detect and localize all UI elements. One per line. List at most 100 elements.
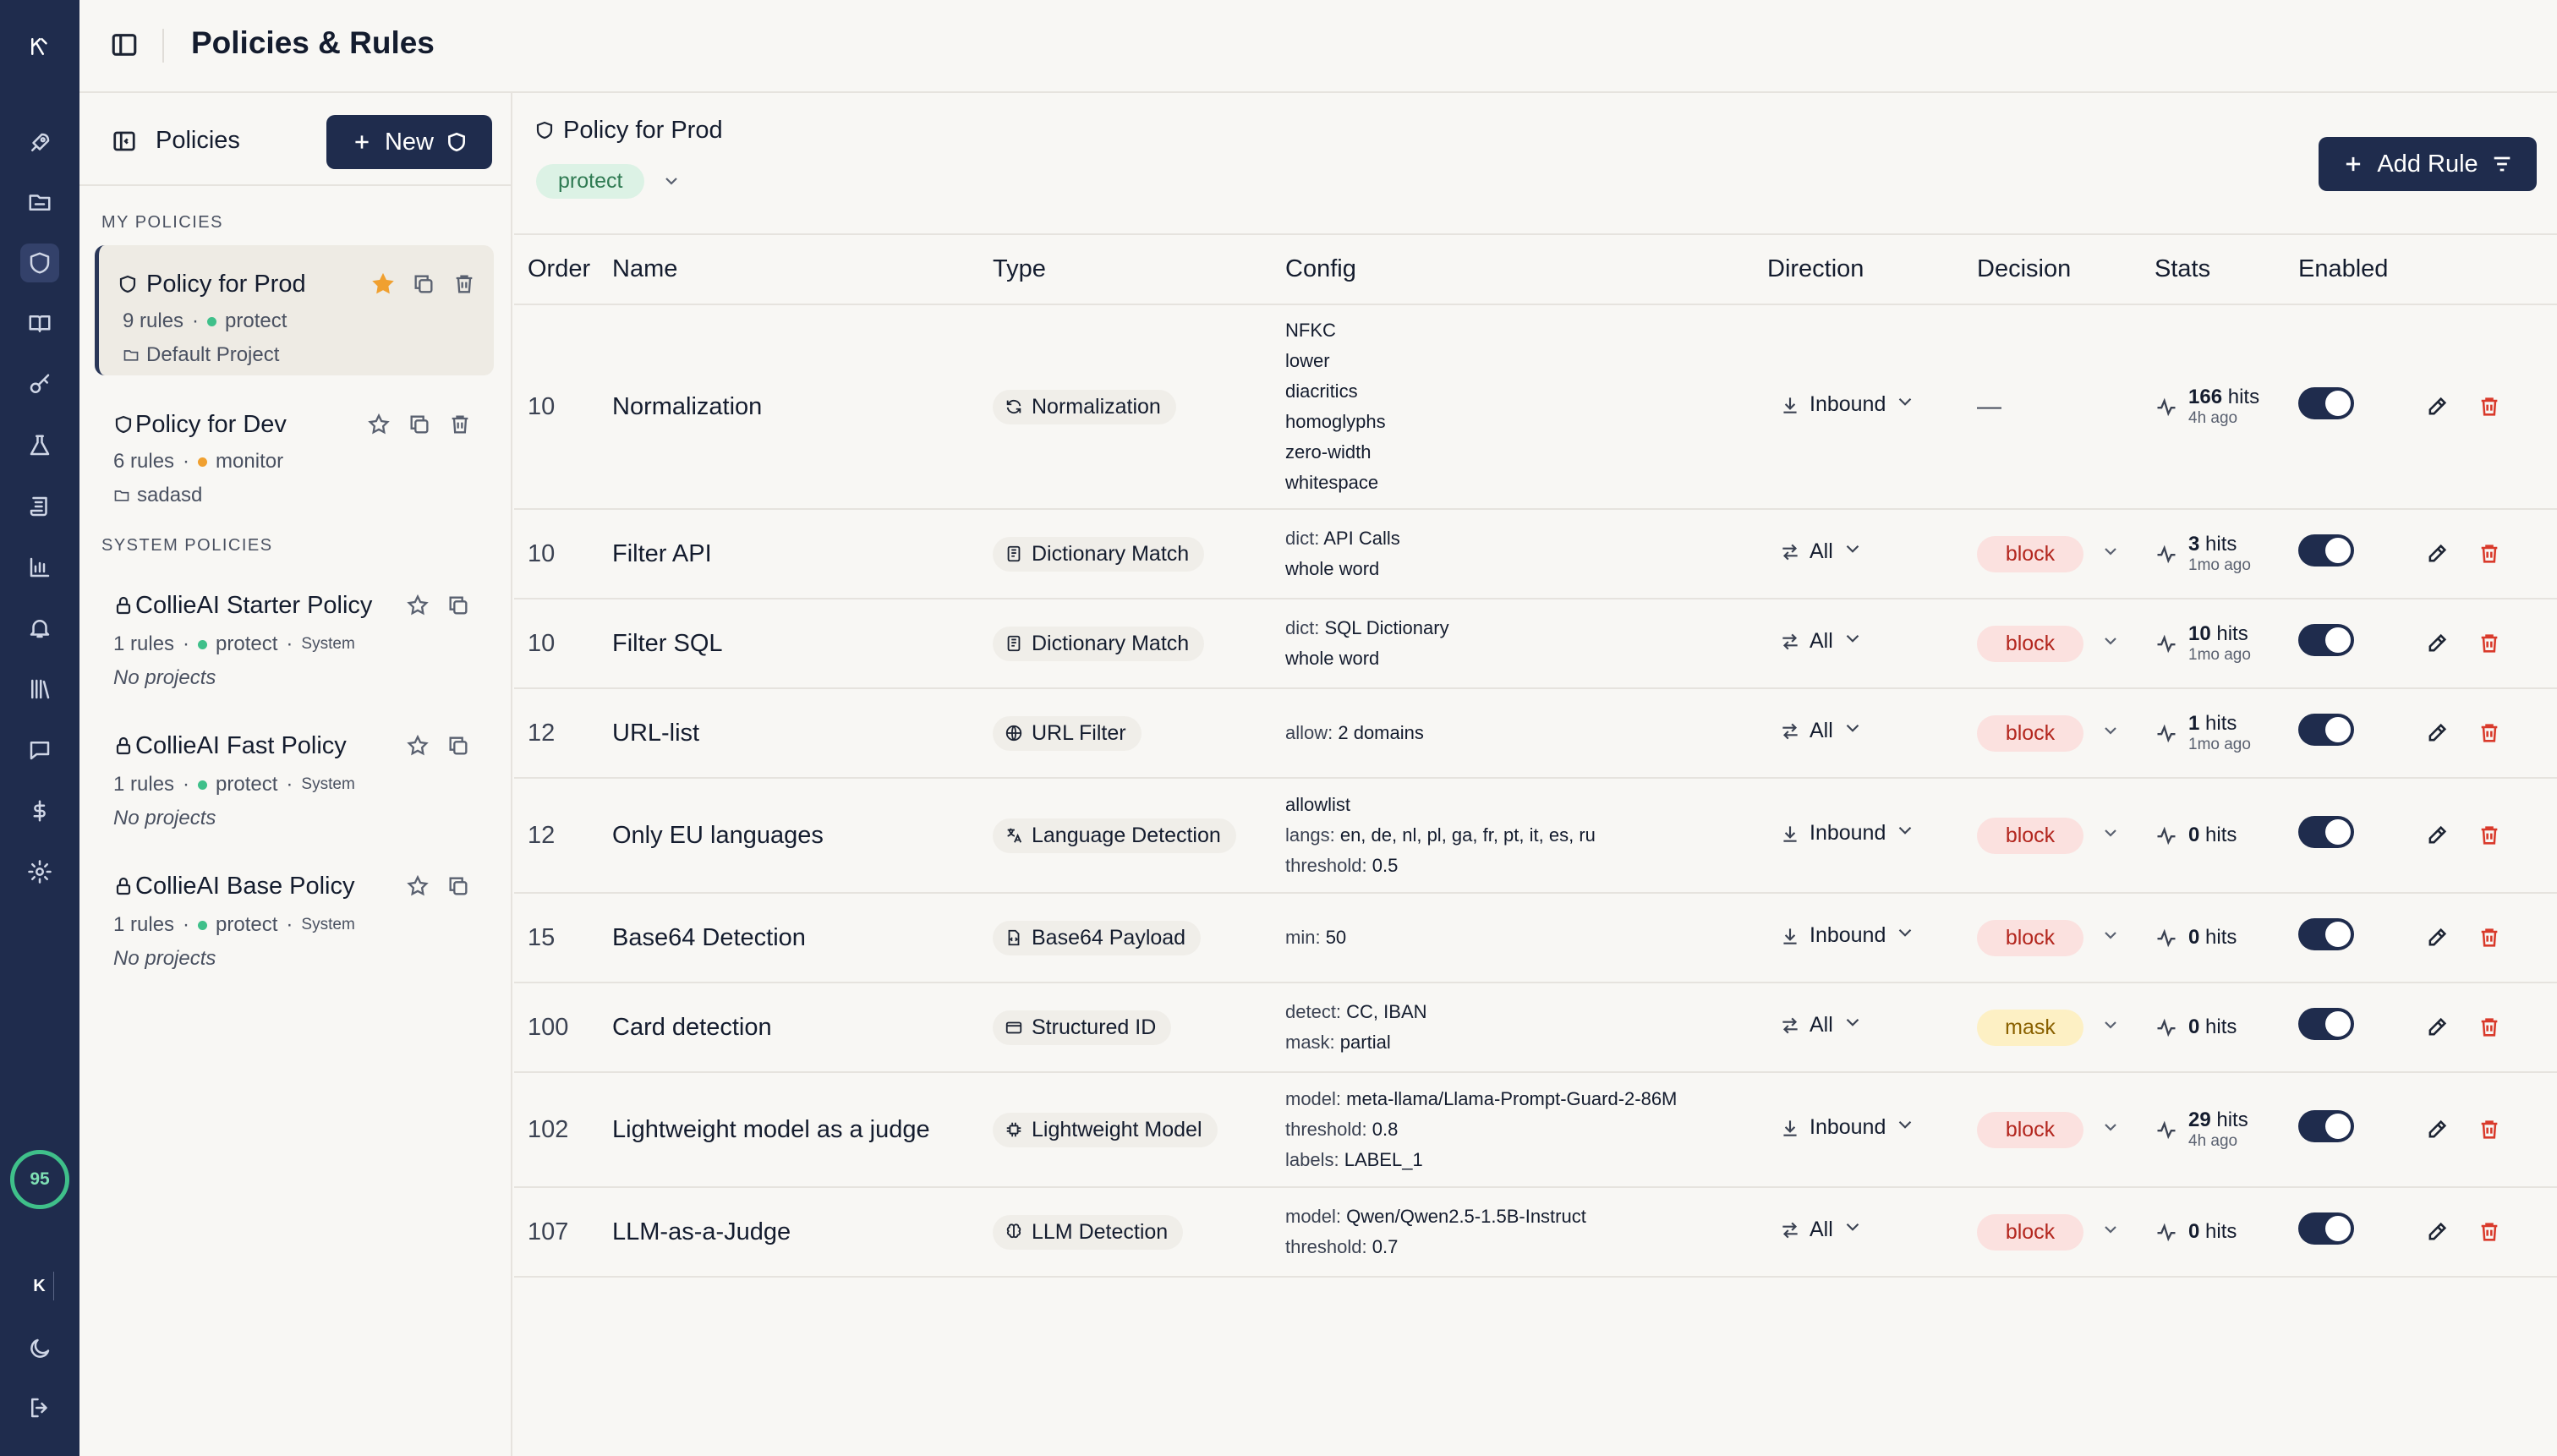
col-enabled[interactable]: Enabled <box>2298 235 2425 305</box>
table-row[interactable]: 10 Normalization Normalization NFKC lower… <box>514 304 2557 510</box>
enabled-toggle[interactable] <box>2298 714 2354 746</box>
enabled-toggle[interactable] <box>2298 816 2354 848</box>
key-icon[interactable] <box>20 365 59 404</box>
system-policy-starter[interactable]: CollieAI Starter Policy 1 rules · protec… <box>95 567 494 698</box>
rule-stats[interactable]: 0 hits <box>2155 824 2298 847</box>
new-policy-button[interactable]: New <box>326 115 492 169</box>
chart-icon[interactable] <box>20 548 59 587</box>
message-icon[interactable] <box>20 731 59 769</box>
col-direction[interactable]: Direction <box>1767 235 1977 305</box>
rule-name[interactable]: LLM-as-a-Judge <box>612 1187 993 1278</box>
bell-icon[interactable] <box>20 609 59 648</box>
rule-stats[interactable]: 29 hits 4h ago <box>2155 1108 2298 1151</box>
user-avatar[interactable]: K <box>25 1272 54 1300</box>
decision-badge[interactable]: mask <box>1977 1009 2083 1046</box>
direction-select[interactable]: Inbound <box>1779 391 1916 419</box>
rule-stats[interactable]: 3 hits 1mo ago <box>2155 533 2298 575</box>
direction-select[interactable]: All <box>1779 1011 1864 1039</box>
rule-name[interactable]: Card detection <box>612 983 993 1073</box>
delete-trash-icon[interactable] <box>2478 1015 2501 1039</box>
sidebar-toggle-icon[interactable] <box>110 30 140 61</box>
decision-select[interactable]: block <box>1977 919 2121 956</box>
chevron-down-icon[interactable] <box>2100 630 2121 658</box>
shield-icon[interactable] <box>20 244 59 282</box>
col-order[interactable]: Order <box>514 235 612 305</box>
delete-trash-icon[interactable] <box>2478 1220 2501 1244</box>
rule-stats[interactable]: 0 hits <box>2155 926 2298 950</box>
edit-pencil-icon[interactable] <box>2425 395 2449 419</box>
copy-icon[interactable] <box>408 413 431 436</box>
table-row[interactable]: 10 Filter API Dictionary Match dict: API… <box>514 509 2557 599</box>
table-row[interactable]: 15 Base64 Detection Base64 Payload min: … <box>514 893 2557 983</box>
edit-pencil-icon[interactable] <box>2425 926 2449 950</box>
score-gauge[interactable]: 95 <box>10 1150 69 1209</box>
policy-card-prod[interactable]: Policy for Prod 9 rules · protect Defaul… <box>95 245 494 375</box>
chevron-down-icon[interactable] <box>2100 1218 2121 1246</box>
rule-stats[interactable]: 166 hits 4h ago <box>2155 386 2298 428</box>
star-icon[interactable] <box>367 413 391 436</box>
table-row[interactable]: 10 Filter SQL Dictionary Match dict: SQL… <box>514 599 2557 689</box>
edit-pencil-icon[interactable] <box>2425 824 2449 847</box>
moon-icon[interactable] <box>20 1329 59 1368</box>
chevron-down-icon[interactable] <box>2100 540 2121 568</box>
edit-pencil-icon[interactable] <box>2425 542 2449 566</box>
decision-badge[interactable]: block <box>1977 714 2083 752</box>
enabled-toggle[interactable] <box>2298 1110 2354 1142</box>
delete-trash-icon[interactable] <box>2478 632 2501 655</box>
rule-name[interactable]: Filter API <box>612 509 993 599</box>
chevron-down-icon[interactable] <box>661 171 682 195</box>
chevron-down-icon[interactable] <box>2100 1014 2121 1042</box>
decision-badge[interactable]: block <box>1977 919 2083 956</box>
system-policy-fast[interactable]: CollieAI Fast Policy 1 rules · protect ·… <box>95 707 494 839</box>
star-filled-icon[interactable] <box>371 272 395 296</box>
policy-card-dev[interactable]: Policy for Dev 6 rules · monitor sadasd <box>95 386 494 516</box>
delete-trash-icon[interactable] <box>2478 824 2501 847</box>
delete-trash-icon[interactable] <box>2478 542 2501 566</box>
enabled-toggle[interactable] <box>2298 1008 2354 1040</box>
rule-stats[interactable]: 0 hits <box>2155 1015 2298 1039</box>
decision-badge[interactable]: block <box>1977 1111 2083 1148</box>
col-name[interactable]: Name <box>612 235 993 305</box>
chevron-down-icon[interactable] <box>2100 720 2121 747</box>
enabled-toggle[interactable] <box>2298 1212 2354 1245</box>
chevron-down-icon[interactable] <box>2100 1116 2121 1144</box>
delete-trash-icon[interactable] <box>2478 721 2501 745</box>
delete-trash-icon[interactable] <box>2478 1118 2501 1141</box>
delete-trash-icon[interactable] <box>2478 926 2501 950</box>
rule-name[interactable]: Only EU languages <box>612 778 993 894</box>
decision-select[interactable]: mask <box>1977 1009 2121 1046</box>
add-rule-button[interactable]: Add Rule <box>2319 137 2537 191</box>
direction-select[interactable]: All <box>1779 1216 1864 1244</box>
book-icon[interactable] <box>20 304 59 343</box>
star-icon[interactable] <box>406 594 430 617</box>
table-row[interactable]: 12 Only EU languages Language Detection … <box>514 778 2557 894</box>
copy-icon[interactable] <box>412 272 435 296</box>
folder-icon[interactable] <box>20 183 59 222</box>
decision-select[interactable]: block <box>1977 1213 2121 1251</box>
decision-badge[interactable]: block <box>1977 1213 2083 1251</box>
rule-name[interactable]: Lightweight model as a judge <box>612 1072 993 1188</box>
rule-stats[interactable]: 10 hits 1mo ago <box>2155 622 2298 665</box>
star-icon[interactable] <box>406 874 430 898</box>
copy-icon[interactable] <box>446 874 470 898</box>
direction-select[interactable]: All <box>1779 717 1864 745</box>
edit-pencil-icon[interactable] <box>2425 1118 2449 1141</box>
trash-icon[interactable] <box>448 413 472 436</box>
decision-badge[interactable]: block <box>1977 625 2083 662</box>
table-row[interactable]: 107 LLM-as-a-Judge LLM Detection model: … <box>514 1187 2557 1278</box>
rule-stats[interactable]: 0 hits <box>2155 1220 2298 1244</box>
chevron-down-icon[interactable] <box>2100 924 2121 952</box>
logout-icon[interactable] <box>20 1388 59 1427</box>
direction-select[interactable]: All <box>1779 627 1864 655</box>
mode-select[interactable]: protect <box>536 164 645 199</box>
system-policy-base[interactable]: CollieAI Base Policy 1 rules · protect ·… <box>95 847 494 979</box>
library-icon[interactable] <box>20 670 59 709</box>
table-row[interactable]: 12 URL-list URL Filter allow: 2 domains … <box>514 688 2557 779</box>
gear-icon[interactable] <box>20 852 59 891</box>
decision-badge[interactable]: block <box>1977 817 2083 854</box>
rule-name[interactable]: Base64 Detection <box>612 893 993 983</box>
decision-select[interactable]: block <box>1977 1111 2121 1148</box>
table-row[interactable]: 100 Card detection Structured ID detect:… <box>514 983 2557 1073</box>
col-decision[interactable]: Decision <box>1977 235 2155 305</box>
scroll-icon[interactable] <box>20 487 59 526</box>
